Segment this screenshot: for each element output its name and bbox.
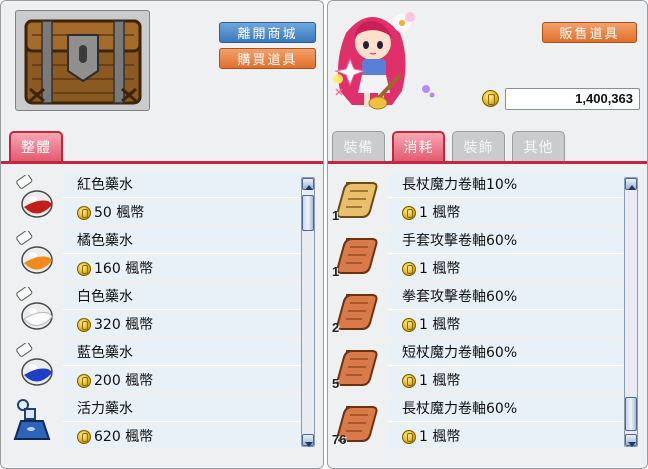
tab-equip[interactable]: 裝備 (332, 131, 385, 161)
inventory-panel: 販售道具 1,400,363 裝備 消耗 裝飾 其他 1 長杖魔力卷軸10% 1… (327, 0, 648, 469)
list-item[interactable]: 白色藥水 320 楓幣 (7, 283, 303, 339)
item-price: 1 楓幣 (388, 313, 628, 337)
item-price: 1 楓幣 (388, 369, 628, 393)
inventory-header: 販售道具 1,400,363 (328, 1, 647, 128)
item-price: 620 楓幣 (63, 425, 303, 449)
scroll-icon (336, 350, 378, 386)
list-item[interactable]: 1 長杖魔力卷軸10% 1 楓幣 (332, 171, 628, 227)
list-item[interactable]: 活力藥水 620 楓幣 (7, 395, 303, 451)
meso-coin-icon (402, 374, 416, 388)
blue-potion-icon (16, 341, 53, 386)
item-quantity: 5 (332, 376, 340, 391)
list-item[interactable]: 5 短杖魔力卷軸60% 1 楓幣 (332, 339, 628, 395)
tab-etc[interactable]: 其他 (512, 131, 565, 161)
meso-coin-icon (77, 206, 91, 220)
scroll-thumb[interactable] (625, 397, 637, 431)
list-item[interactable]: 1 手套攻擊卷軸60% 1 楓幣 (332, 227, 628, 283)
item-name: 紅色藥水 (63, 173, 303, 197)
shop-header: 離開商城 購買道具 (1, 1, 323, 128)
character-avatar (333, 12, 435, 110)
item-quantity: 2 (332, 320, 340, 335)
shop-panel: 離開商城 購買道具 整體 紅色藥水 50 楓幣 橘色藥水 160 楓幣 白色藥水… (0, 0, 324, 469)
inventory-scrollbar[interactable] (624, 177, 638, 447)
scroll-down-arrow-icon[interactable] (625, 434, 637, 447)
item-name: 拳套攻擊卷軸60% (388, 285, 628, 309)
meso-coin-icon (402, 318, 416, 332)
meso-coin-icon (77, 318, 91, 332)
meso-display: 1,400,363 (482, 87, 640, 110)
item-name: 短杖魔力卷軸60% (388, 341, 628, 365)
shop-item-list: 紅色藥水 50 楓幣 橘色藥水 160 楓幣 白色藥水 320 楓幣 藍色藥水 … (7, 171, 303, 451)
item-price: 1 楓幣 (388, 201, 628, 225)
item-name: 橘色藥水 (63, 229, 303, 253)
scroll-thumb[interactable] (302, 195, 314, 231)
item-quantity: 1 (332, 208, 340, 223)
mana-elixir-icon (13, 399, 51, 440)
red-potion-icon (16, 173, 53, 218)
item-price: 50 楓幣 (63, 201, 303, 225)
buy-item-button[interactable]: 購買道具 (219, 48, 316, 69)
scroll-up-arrow-icon[interactable] (625, 178, 637, 190)
scroll-up-arrow-icon[interactable] (302, 178, 314, 190)
item-price: 320 楓幣 (63, 313, 303, 337)
item-price: 200 楓幣 (63, 369, 303, 393)
item-name: 長杖魔力卷軸60% (388, 397, 628, 421)
meso-coin-icon (482, 90, 499, 107)
list-item[interactable]: 2 拳套攻擊卷軸60% 1 楓幣 (332, 283, 628, 339)
list-item[interactable]: 藍色藥水 200 楓幣 (7, 339, 303, 395)
orange-potion-icon (16, 229, 53, 274)
tab-use[interactable]: 消耗 (392, 131, 445, 161)
item-price: 1 楓幣 (388, 257, 628, 281)
inventory-item-list: 1 長杖魔力卷軸10% 1 楓幣 1 手套攻擊卷軸60% 1 楓幣 2 拳套攻擊… (332, 171, 628, 451)
meso-coin-icon (402, 430, 416, 444)
item-name: 手套攻擊卷軸60% (388, 229, 628, 253)
leave-shop-button[interactable]: 離開商城 (219, 22, 316, 43)
list-item[interactable]: 76 長杖魔力卷軸60% 1 楓幣 (332, 395, 628, 451)
scroll-icon (336, 238, 378, 274)
item-name: 活力藥水 (63, 397, 303, 421)
scroll-icon (336, 294, 378, 330)
item-price: 160 楓幣 (63, 257, 303, 281)
scroll-down-arrow-icon[interactable] (302, 434, 314, 447)
inventory-tab-bar: 裝備 消耗 裝飾 其他 (328, 128, 647, 164)
meso-coin-icon (77, 374, 91, 388)
tab-setup[interactable]: 裝飾 (452, 131, 505, 161)
item-price: 1 楓幣 (388, 425, 628, 449)
item-name: 長杖魔力卷軸10% (388, 173, 628, 197)
list-item[interactable]: 橘色藥水 160 楓幣 (7, 227, 303, 283)
shop-scrollbar[interactable] (301, 177, 315, 447)
meso-coin-icon (77, 262, 91, 276)
meso-coin-icon (402, 206, 416, 220)
chest-frame (15, 10, 150, 111)
list-item[interactable]: 紅色藥水 50 楓幣 (7, 171, 303, 227)
meso-amount: 1,400,363 (505, 87, 640, 110)
treasure-chest-icon (24, 19, 142, 105)
sell-item-button[interactable]: 販售道具 (542, 22, 637, 43)
meso-coin-icon (77, 430, 91, 444)
item-quantity: 76 (332, 432, 347, 447)
item-quantity: 1 (332, 264, 340, 279)
item-name: 藍色藥水 (63, 341, 303, 365)
shop-tab-bar: 整體 (1, 128, 323, 164)
white-potion-icon (16, 285, 53, 330)
item-name: 白色藥水 (63, 285, 303, 309)
tab-all[interactable]: 整體 (9, 131, 63, 161)
scroll-icon (336, 182, 378, 218)
meso-coin-icon (402, 262, 416, 276)
